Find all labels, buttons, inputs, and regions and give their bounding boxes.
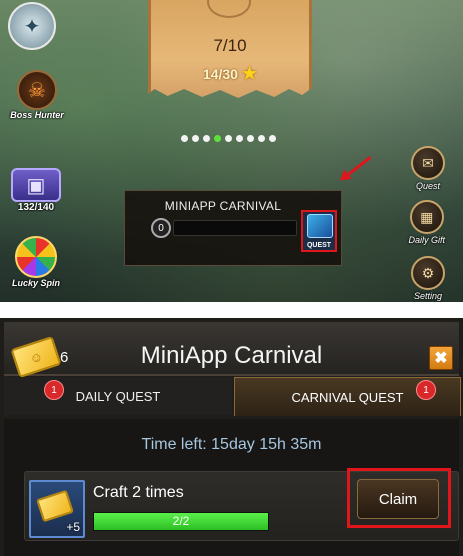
quest-reward-item[interactable]: +5 [29, 480, 85, 538]
treasure-chest-icon: ▣ [11, 168, 61, 202]
page-dot[interactable] [247, 135, 254, 142]
quest-progress-bar: 2/2 [93, 512, 269, 531]
lucky-spin-wheel-icon [15, 236, 57, 278]
quest-book-button[interactable]: QUEST [301, 210, 337, 252]
quest-progress-banner: 7/10 14/30 ★ [148, 0, 312, 98]
quest-side-label: Quest [415, 181, 440, 191]
page-dot[interactable] [269, 135, 276, 142]
boss-hunter-icon: ☠ [17, 70, 57, 110]
page-dot[interactable] [203, 135, 210, 142]
carnival-dialog: ☺ 6 MiniApp Carnival ✖ DAILY QUEST 1 CAR… [0, 318, 463, 556]
page-dot[interactable] [181, 135, 188, 142]
tab-daily-quest[interactable]: DAILY QUEST [4, 377, 232, 415]
page-dot[interactable] [236, 135, 243, 142]
time-left-text: Time left: 15day 15h 35m [141, 436, 322, 453]
tab-daily-quest-label: DAILY QUEST [75, 388, 161, 404]
close-icon: ✖ [434, 350, 448, 367]
emblem-button[interactable]: ✦ [8, 2, 56, 50]
setting-button[interactable]: ⚙ Setting [411, 256, 445, 301]
chest-button[interactable]: ▣ 132/140 [4, 168, 68, 213]
claim-button-label: Claim [378, 490, 418, 508]
scroll-icon: ✉ [411, 146, 445, 180]
lucky-spin-label: Lucky Spin [11, 278, 60, 288]
dialog-title: MiniApp Carnival [140, 342, 323, 369]
calendar-icon: ▦ [409, 200, 444, 234]
daily-gift-label: Daily Gift [408, 235, 445, 245]
boss-hunter-label: Boss Hunter [10, 110, 64, 120]
quest-side-button[interactable]: ✉ Quest [411, 146, 445, 191]
game-screen: 7/10 14/30 ★ ✦ ☠ Boss Hunter ▣ 132/140 L… [0, 0, 463, 302]
page-dot[interactable] [214, 135, 221, 142]
gear-icon: ⚙ [411, 256, 445, 290]
page-indicator [181, 135, 276, 142]
banner-ornament-icon [207, 0, 251, 18]
quest-book-label: QUEST [306, 242, 332, 249]
star-icon: ★ [241, 64, 258, 83]
daily-quest-notification-badge: 1 [44, 380, 64, 400]
page-dot[interactable] [192, 135, 199, 142]
setting-label: Setting [413, 291, 443, 301]
reward-amount: +5 [66, 520, 80, 534]
daily-gift-button[interactable]: ▦ Daily Gift [408, 200, 445, 245]
banner-progress-count: 7/10 [213, 36, 247, 55]
carnival-count-badge: 0 [151, 218, 171, 238]
carnival-widget-title: MINIAPP CARNIVAL [164, 199, 282, 213]
winged-emblem-icon: ✦ [8, 2, 56, 50]
page-dot[interactable] [258, 135, 265, 142]
highlight-arrow-icon [341, 156, 372, 181]
carnival-progress-bar [173, 220, 297, 236]
quest-book-icon [307, 214, 333, 238]
lucky-spin-button[interactable]: Lucky Spin [8, 236, 64, 288]
claim-button[interactable]: Claim [357, 479, 439, 519]
reward-ticket-icon [36, 489, 74, 523]
page-dot[interactable] [225, 135, 232, 142]
quest-name: Craft 2 times [93, 484, 184, 501]
banner-star-progress: 14/30 ★ [151, 64, 309, 84]
tab-carnival-quest-label: CARNIVAL QUEST [291, 389, 404, 405]
quest-tabs: DAILY QUEST 1 CARNIVAL QUEST 1 [4, 377, 461, 417]
close-button[interactable]: ✖ [429, 346, 453, 370]
boss-hunter-button[interactable]: ☠ Boss Hunter [8, 70, 66, 120]
banner-star-count: 14/30 [202, 66, 238, 82]
quest-progress-text: 2/2 [172, 514, 190, 528]
carnival-quest-notification-badge: 1 [416, 380, 436, 400]
chest-progress-label: 132/140 [17, 202, 55, 213]
dialog-header: ☺ 6 MiniApp Carnival ✖ [4, 322, 459, 379]
